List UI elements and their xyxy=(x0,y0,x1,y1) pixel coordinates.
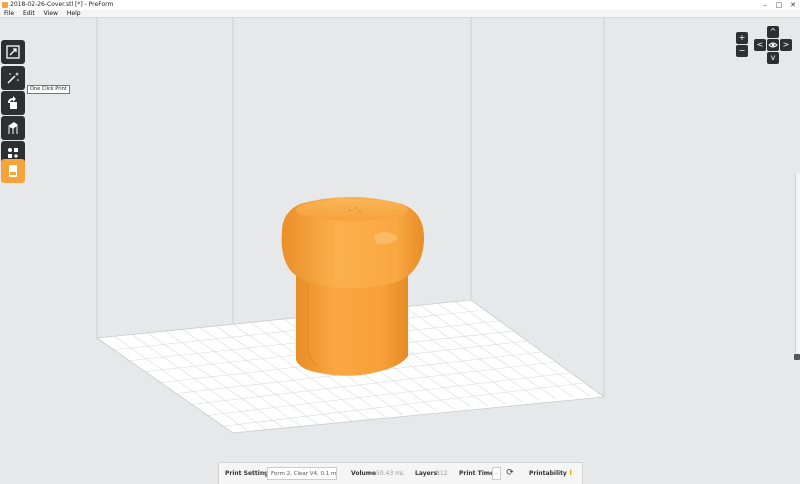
status-bar: Print Settings Form 2, Clear V4, 0.1 mm … xyxy=(218,462,583,484)
menu-bar: File Edit View Help xyxy=(0,10,800,18)
layers-value: 812 xyxy=(436,470,448,477)
close-button[interactable]: ✕ xyxy=(786,0,800,10)
app-icon xyxy=(2,2,8,8)
rotate-icon xyxy=(8,96,17,109)
zoom-in-button[interactable]: + xyxy=(736,32,748,44)
printability-label: Printability xyxy=(529,470,567,477)
layers-label: Layers xyxy=(415,470,438,477)
printability-warning-icon[interactable]: ! xyxy=(569,469,572,477)
pan-down-button[interactable]: v xyxy=(767,52,779,64)
maximize-button[interactable]: □ xyxy=(772,0,786,10)
title-bar: 2018-02-26-Cover.stl [*] - PreForm – □ ✕ xyxy=(0,0,800,10)
orientation-button[interactable] xyxy=(1,91,25,115)
panel-handle[interactable] xyxy=(794,354,800,360)
one-click-print-button[interactable] xyxy=(1,66,25,90)
supports-icon xyxy=(8,122,18,134)
magic-wand-icon xyxy=(7,72,19,84)
job-summary-button[interactable] xyxy=(1,159,25,183)
window-controls: – □ ✕ xyxy=(758,0,800,10)
volume-label: Volume xyxy=(351,470,377,477)
print-settings-field[interactable]: Form 2, Clear V4, 0.1 mm xyxy=(267,467,337,480)
fit-view-button[interactable] xyxy=(1,40,25,64)
eye-icon xyxy=(768,42,778,48)
minimize-button[interactable]: – xyxy=(758,0,772,10)
print-time-value: -- xyxy=(492,467,501,480)
pan-left-button[interactable]: < xyxy=(754,39,766,51)
model-cover[interactable] xyxy=(281,197,424,376)
3d-viewport[interactable]: + − ^ < > v xyxy=(0,18,800,484)
zoom-out-button[interactable]: − xyxy=(736,45,748,57)
menu-view[interactable]: View xyxy=(40,10,63,17)
tooltip-one-click-print: One Click Print xyxy=(27,85,70,94)
print-time-label: Print Time xyxy=(459,470,495,477)
menu-edit[interactable]: Edit xyxy=(19,10,40,17)
window-title: 2018-02-26-Cover.stl [*] - PreForm xyxy=(10,1,114,8)
printer-icon xyxy=(9,165,17,177)
supports-button[interactable] xyxy=(1,116,25,140)
pan-right-button[interactable]: > xyxy=(780,39,792,51)
volume-value: 50.43 mL xyxy=(376,470,405,477)
menu-help[interactable]: Help xyxy=(63,10,86,17)
right-scroll-panel[interactable] xyxy=(795,173,800,353)
expand-icon xyxy=(6,45,20,59)
scene-canvas[interactable] xyxy=(0,18,800,484)
reset-view-button[interactable] xyxy=(767,39,779,51)
menu-file[interactable]: File xyxy=(0,10,19,17)
print-settings-label: Print Settings xyxy=(225,470,272,477)
refresh-icon[interactable]: ⟳ xyxy=(504,467,516,480)
pan-up-button[interactable]: ^ xyxy=(767,26,779,38)
